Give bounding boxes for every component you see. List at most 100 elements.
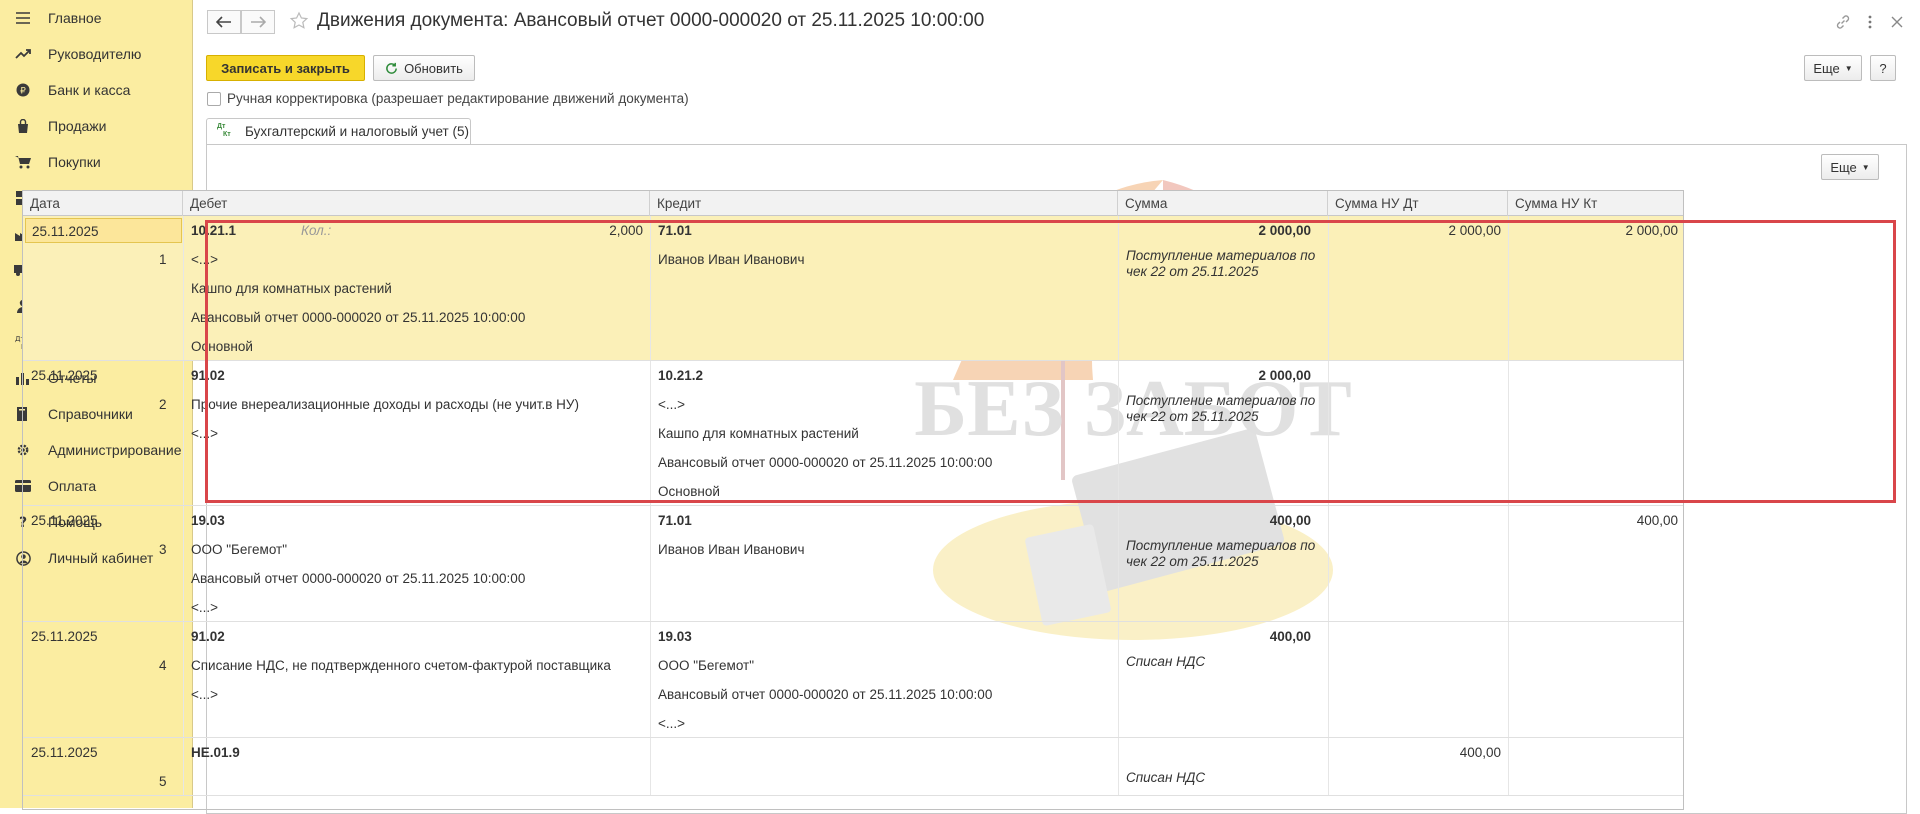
link-icon[interactable] [1833,12,1853,32]
sidebar-item-label: Банк и касса [48,82,131,98]
cell-date: 25.11.2025 [31,629,98,644]
cell-debit-subconto: <...> [191,426,219,441]
refresh-button[interactable]: Обновить [373,55,475,81]
column-divider [183,622,184,737]
column-header[interactable]: Сумма НУ Кт [1508,191,1683,216]
cell-credit-account: 71.01 [658,513,692,528]
more-label: Еще [1813,60,1840,76]
cell-debit-subconto: <...> [191,600,219,615]
cell-amount: 400,00 [1269,629,1311,644]
cell-quantity-label: Кол.: [301,223,332,238]
close-icon[interactable] [1887,12,1907,32]
column-header[interactable]: Сумма НУ Дт [1328,191,1508,216]
table-row[interactable]: 25.11.2025 2 91.02 Прочие внереализационные… [23,361,1683,506]
grid-more-button[interactable]: Еще ▼ [1821,154,1879,180]
svg-text:₽: ₽ [20,87,26,97]
cell-debit-account: 91.02 [191,629,225,644]
column-divider [1328,738,1329,795]
column-header[interactable]: Дебет [183,191,650,216]
postings-table[interactable]: Дата Дебет Кредит Сумма Сумма НУ Дт Сумма НУ … [22,190,1684,810]
manual-edit-checkbox[interactable] [207,92,221,106]
cell-content: Списан НДС [1126,770,1206,785]
bag-icon [14,117,32,135]
cell-date: 25.11.2025 [31,745,98,760]
column-header[interactable]: Сумма [1118,191,1328,216]
column-divider [1118,506,1119,621]
help-button[interactable]: ? [1870,55,1896,81]
column-divider [1508,216,1509,360]
cell-tax-debit-amount: 400,00 [1459,745,1501,760]
more-vertical-icon[interactable] [1860,12,1880,32]
column-header[interactable]: Кредит [650,191,1118,216]
column-header[interactable]: Дата [23,191,183,216]
cell-date: 25.11.2025 [31,368,98,383]
table-row[interactable]: 25.11.2025 4 91.02 Списание НДС, не подтвер… [23,622,1683,738]
column-divider [650,216,651,360]
cell-line-number: 2 [159,397,167,412]
column-divider [1328,506,1329,621]
cell-debit-account: 19.03 [191,513,225,528]
column-divider [1118,216,1119,360]
column-divider [1118,622,1119,737]
column-divider [1328,622,1329,737]
column-divider [1508,506,1509,621]
refresh-icon [386,62,397,74]
cell-tax-credit-amount: 2 000,00 [1625,223,1678,238]
column-divider [183,216,184,360]
cell-credit-subconto: Авансовый отчет 0000-000020 от 25.11.202… [658,455,993,470]
column-divider [1118,738,1119,795]
menu-icon [14,9,32,27]
column-divider [183,361,184,505]
cell-date: 25.11.2025 [31,513,98,528]
cell-amount: 2 000,00 [1258,223,1311,238]
chevron-down-icon: ▼ [1861,162,1870,172]
cell-debit-subconto: ООО "Бегемот" [191,542,288,557]
cell-credit-account: 71.01 [658,223,692,238]
tab-accounting-label: Бухгалтерский и налоговый учет (5) [245,124,469,139]
cell-amount: 2 000,00 [1258,368,1311,383]
cell-debit-subconto: Списание НДС, не подтвержденного счетом-… [191,658,611,673]
cell-credit-subconto: ООО "Бегемот" [658,658,755,673]
cell-line-number: 4 [159,658,167,673]
sidebar-item[interactable]: Руководителю [0,36,192,72]
cell-debit-account: 10.21.1 [191,223,237,238]
sidebar-item[interactable]: Покупки [0,144,192,180]
cell-content: Поступление материалов по чек 22 от 25.1… [1126,538,1316,569]
cell-credit-subconto: Иванов Иван Иванович [658,542,805,557]
cell-credit-account: 10.21.2 [658,368,704,383]
back-button[interactable] [207,10,241,34]
column-divider [1118,361,1119,505]
cell-line-number: 3 [159,542,167,557]
table-row[interactable]: 25.11.2025 1 10.21.1 <...> Кашпо для комнатн… [23,216,1683,361]
favorite-star-icon[interactable] [289,11,309,31]
forward-button[interactable] [241,10,275,34]
more-button[interactable]: Еще ▼ [1804,55,1862,81]
column-divider [183,738,184,795]
column-divider [650,622,651,737]
cell-debit-subconto: <...> [191,252,219,267]
tab-accounting[interactable]: Дт Кт Бухгалтерский и налоговый учет (5) [206,118,471,145]
sidebar-item-label: Продажи [48,118,107,134]
cell-tax-debit-amount: 2 000,00 [1448,223,1501,238]
cell-credit-account: 19.03 [658,629,692,644]
cell-debit-subconto: Авансовый отчет 0000-000020 от 25.11.202… [191,310,526,325]
column-divider [1508,738,1509,795]
cell-line-number: 5 [159,774,167,789]
sidebar-item[interactable]: Главное [0,0,192,36]
sidebar-item-label: Главное [48,10,102,26]
page-title: Движения документа: Авансовый отчет 0000… [317,10,985,31]
cell-debit-account: 91.02 [191,368,225,383]
sidebar-item[interactable]: ₽ Банк и касса [0,72,192,108]
table-row[interactable]: 25.11.2025 3 19.03 ООО "Бегемот" Авансовый о… [23,506,1683,622]
cell-credit-subconto: Иванов Иван Иванович [658,252,805,267]
sidebar-item[interactable]: Продажи [0,108,192,144]
save-and-close-button[interactable]: Записать и закрыть [206,55,365,81]
table-header: Дата Дебет Кредит Сумма Сумма НУ Дт Сумма НУ … [23,191,1683,216]
cell-debit-subconto: Кашпо для комнатных растений [191,281,392,296]
refresh-label: Обновить [404,60,463,76]
table-row[interactable]: 25.11.2025 5 НЕ.01.9 Списан НДС 400,00 [23,738,1683,796]
cell-credit-subconto: Авансовый отчет 0000-000020 от 25.11.202… [658,687,993,702]
column-divider [1508,361,1509,505]
cell-date: 25.11.2025 [25,218,182,243]
sidebar-item-label: Руководителю [48,46,142,62]
